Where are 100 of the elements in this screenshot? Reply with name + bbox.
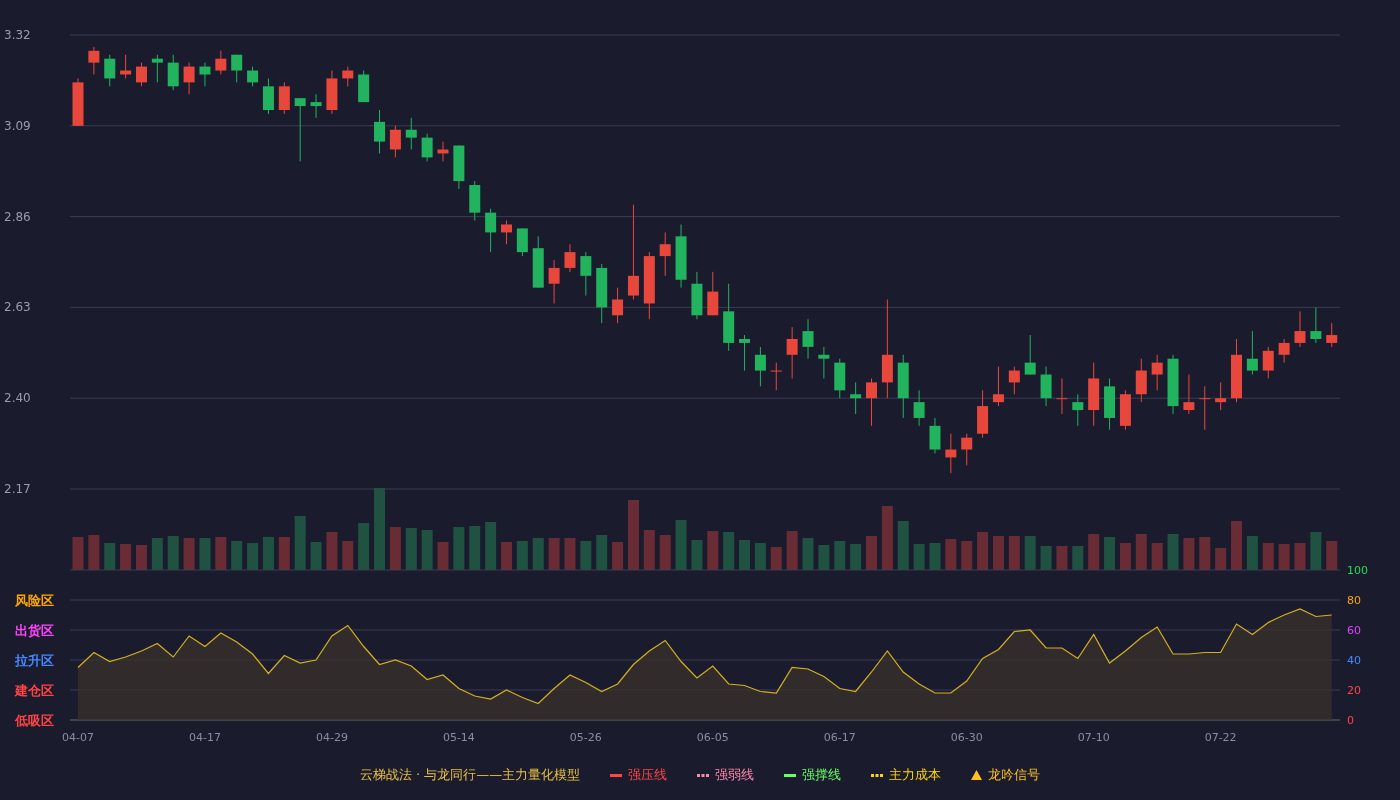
indicator-axis-label: 80 xyxy=(1347,594,1361,607)
candle xyxy=(167,54,179,91)
date-axis-label: 05-14 xyxy=(442,731,475,744)
volume-bar xyxy=(405,528,417,570)
candle xyxy=(1151,354,1163,391)
candle xyxy=(215,50,227,75)
legend-label: 强撑线 xyxy=(802,766,842,784)
date-axis-label: 07-10 xyxy=(1077,731,1110,744)
candle xyxy=(294,97,306,162)
volume-bar xyxy=(1040,546,1052,570)
candle xyxy=(548,259,560,304)
volume-bar xyxy=(183,538,195,570)
legend-label: 主力成本 xyxy=(889,766,942,784)
candle xyxy=(786,326,798,379)
legend-label: 强压线 xyxy=(628,766,668,784)
candle xyxy=(453,145,465,190)
volume-bar xyxy=(199,538,211,570)
candle xyxy=(1104,377,1116,431)
volume-bar xyxy=(278,537,290,570)
volume-bar xyxy=(120,544,132,570)
volume-bar xyxy=(897,521,909,570)
volume-bar xyxy=(770,547,782,570)
date-axis-label: 04-07 xyxy=(62,731,94,744)
candle xyxy=(1119,389,1131,431)
candle xyxy=(612,287,624,324)
candle xyxy=(1040,366,1052,407)
date-axis-label: 06-05 xyxy=(696,731,729,744)
volume-bar xyxy=(643,530,655,570)
price-axis-label: 3.09 xyxy=(4,118,31,133)
date-axis-label: 07-22 xyxy=(1204,731,1237,744)
candle xyxy=(802,318,814,360)
candle xyxy=(199,62,211,87)
candle xyxy=(977,389,989,439)
volume-bar xyxy=(532,538,544,570)
volume-bar xyxy=(945,539,957,570)
candle xyxy=(770,362,782,391)
volume-bar xyxy=(850,544,862,570)
volume-bar xyxy=(1104,537,1116,570)
volume-bar xyxy=(675,520,687,570)
volume-bar xyxy=(1056,546,1068,570)
candle xyxy=(1024,334,1036,375)
candle xyxy=(961,433,973,466)
candle xyxy=(88,46,100,75)
volume-bar xyxy=(723,532,735,570)
candle xyxy=(675,224,687,289)
candle xyxy=(1215,381,1227,411)
candle xyxy=(1072,393,1084,427)
candle xyxy=(723,283,735,352)
candle xyxy=(643,251,655,320)
date-axis-label: 06-17 xyxy=(823,731,856,744)
volume-bar xyxy=(326,532,338,570)
volume-bar xyxy=(389,527,401,570)
volume-bar xyxy=(596,535,608,570)
volume-bar xyxy=(754,543,766,570)
volume-bar xyxy=(1119,543,1131,570)
candle xyxy=(1135,358,1147,403)
candle xyxy=(437,141,449,162)
candle xyxy=(754,346,766,387)
candle xyxy=(866,377,877,427)
volume-bar xyxy=(1183,538,1195,570)
volume-bar xyxy=(1326,541,1338,570)
volume-bar xyxy=(739,540,751,570)
volume-bar xyxy=(881,506,893,570)
candle xyxy=(564,243,576,273)
legend-label: 强弱线 xyxy=(715,766,755,784)
legend-label: 龙吟信号 xyxy=(988,766,1041,784)
candle xyxy=(1262,346,1274,379)
volume-bar xyxy=(691,540,703,570)
volume-bar xyxy=(977,532,989,570)
zone-label: 建仓区 xyxy=(15,683,54,698)
candle xyxy=(262,77,274,115)
volume-bar xyxy=(167,536,179,570)
volume-bar xyxy=(310,542,322,570)
candle xyxy=(1167,354,1179,415)
volume-bar xyxy=(1167,534,1179,570)
volume-bar xyxy=(802,538,814,570)
volume-bar xyxy=(548,538,560,570)
volume-bar xyxy=(516,541,528,570)
dashed-line-icon xyxy=(697,773,710,777)
candle xyxy=(405,117,417,150)
volume-bar xyxy=(453,527,465,570)
candle xyxy=(1310,306,1322,344)
candle xyxy=(659,231,671,277)
candle xyxy=(469,180,481,222)
volume-bar xyxy=(580,541,592,570)
volume-bar xyxy=(247,543,259,570)
volume-bar xyxy=(1231,521,1242,570)
volume-bar xyxy=(961,541,973,570)
candle xyxy=(151,54,163,83)
date-axis-label: 05-26 xyxy=(569,731,602,744)
candle xyxy=(707,271,719,316)
volume-bar xyxy=(1151,543,1163,570)
volume-bar xyxy=(421,530,433,570)
candle xyxy=(913,389,925,427)
candle xyxy=(1199,385,1211,431)
candle xyxy=(358,70,370,103)
volume-bar xyxy=(1294,543,1306,570)
candle xyxy=(850,381,862,415)
zone-label: 拉升区 xyxy=(15,653,54,668)
candle xyxy=(374,109,386,154)
